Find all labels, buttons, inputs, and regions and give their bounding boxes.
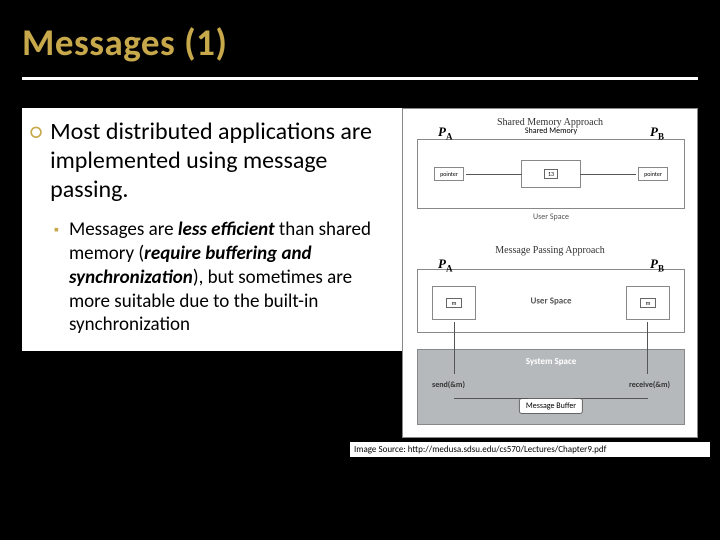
shared-memory-label: Shared Memory (525, 126, 577, 136)
bullet-sub: ▪ Messages are less efficient than share… (54, 218, 394, 337)
receive-call: receive(&m) (629, 380, 670, 390)
proc-b-box: m (626, 286, 670, 320)
title-underline (22, 77, 698, 80)
sub-text-pre: Messages are (69, 218, 178, 241)
msg-a: m (446, 298, 462, 308)
arrow-recv-line (647, 322, 648, 374)
image-source: Image Source: http://medusa.sdsu.edu/cs5… (350, 442, 710, 457)
slide-title: Messages (1) (0, 0, 720, 65)
process-b-label-2: PB (650, 254, 664, 274)
user-space-label-1: User Space (533, 212, 569, 222)
process-b-label: PB (650, 122, 664, 142)
send-call: send(&m) (432, 380, 465, 390)
message-buffer: Message Buffer (519, 398, 583, 414)
arrow-recv-h (574, 398, 648, 399)
line-b (580, 174, 636, 175)
system-space-label: System Space (526, 356, 577, 367)
bullet-square-icon: ▪ (54, 218, 59, 242)
arrow-send-h (454, 398, 528, 399)
bullet-circle-icon: ○ (30, 118, 42, 147)
bullet-main: ○ Most distributed applications are impl… (30, 118, 394, 204)
shared-memory-box: 13 (521, 160, 581, 188)
line-a (466, 174, 522, 175)
diagram-panel: Shared Memory Approach PA PB Shared Memo… (402, 108, 698, 438)
sub-text-em1: less efficient (178, 218, 275, 241)
process-a-label: PA (438, 122, 452, 142)
pointer-a: pointer (434, 167, 464, 181)
process-a-label-2: PA (438, 254, 452, 274)
system-space: System Space send(&m) receive(&m) Messag… (417, 349, 685, 425)
arrow-send-line (454, 322, 455, 374)
content-body: ○ Most distributed applications are impl… (22, 108, 402, 351)
bullet-main-text: Most distributed applications are implem… (50, 118, 394, 204)
shared-cell: 13 (544, 169, 558, 179)
msg-b: m (640, 298, 656, 308)
proc-a-box: m (432, 286, 476, 320)
user-space-label-2: User Space (530, 296, 571, 307)
shm-container: PA PB Shared Memory pointer pointer 13 U… (417, 139, 685, 209)
pointer-b: pointer (638, 167, 668, 181)
mp-user-space: PA PB m m User Space (417, 269, 685, 333)
bullet-sub-text: Messages are less efficient than shared … (69, 218, 394, 337)
